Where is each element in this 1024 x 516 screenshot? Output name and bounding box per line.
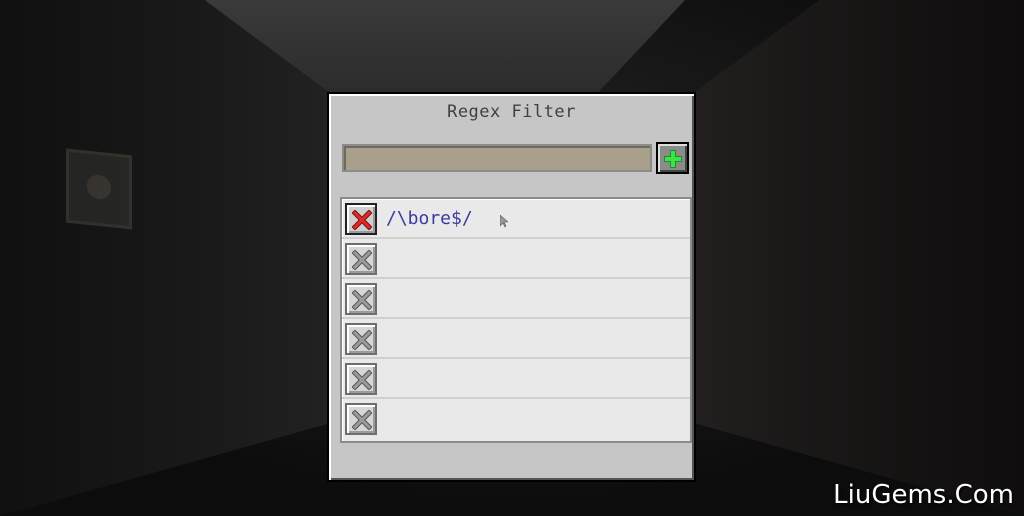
delete-filter-button[interactable] xyxy=(345,363,377,395)
x-icon xyxy=(352,250,372,270)
dialog-title: Regex Filter xyxy=(447,102,576,122)
delete-filter-button[interactable] xyxy=(345,283,377,315)
delete-filter-button[interactable] xyxy=(345,243,377,275)
filter-text[interactable]: /\bore$/ xyxy=(386,208,473,229)
x-icon xyxy=(352,330,372,350)
delete-filter-button[interactable] xyxy=(345,403,377,435)
filter-row xyxy=(342,279,690,319)
watermark-text: LiuGems.Com xyxy=(833,480,1014,510)
wall-right xyxy=(694,0,1024,516)
plus-icon xyxy=(664,150,682,168)
regex-filter-dialog: Regex Filter /\bore$/ xyxy=(327,92,696,482)
x-icon xyxy=(352,210,372,230)
filter-row xyxy=(342,239,690,279)
filter-list: /\bore$/ xyxy=(340,197,692,443)
add-filter-button[interactable] xyxy=(656,142,689,174)
x-icon xyxy=(352,290,372,310)
delete-filter-button[interactable] xyxy=(345,323,377,355)
wall-left xyxy=(0,0,330,516)
regex-input[interactable] xyxy=(342,144,652,172)
painting xyxy=(66,148,132,230)
filter-row: /\bore$/ xyxy=(342,199,690,239)
mouse-cursor-icon xyxy=(500,215,508,228)
filter-row xyxy=(342,319,690,359)
filter-row xyxy=(342,359,690,399)
x-icon xyxy=(352,370,372,390)
delete-filter-button[interactable] xyxy=(345,203,377,235)
x-icon xyxy=(352,410,372,430)
filter-row xyxy=(342,399,690,439)
